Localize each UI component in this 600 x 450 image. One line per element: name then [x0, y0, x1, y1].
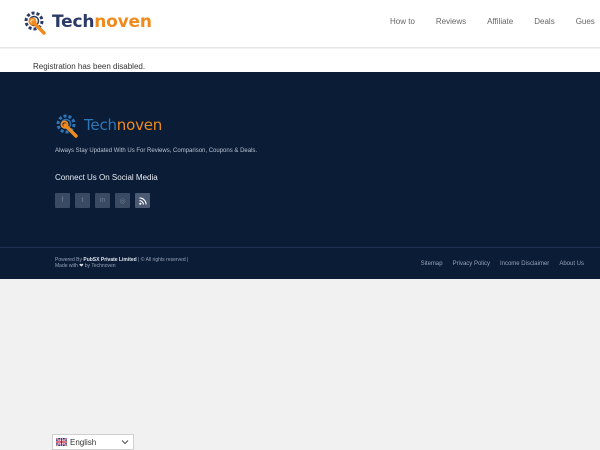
social-links: f t in ◎: [55, 193, 155, 208]
rss-glyph-icon: [138, 196, 147, 205]
registration-notice: Registration has been disabled.: [33, 62, 146, 71]
credits-suffix: | © All rights reserved |: [138, 257, 189, 263]
footer-link-income-disclaimer[interactable]: Income Disclaimer: [500, 261, 549, 267]
nav-item-affiliate[interactable]: Affiliate: [487, 17, 513, 26]
nav-item-how-to[interactable]: How to: [390, 17, 415, 26]
rss-icon[interactable]: [135, 193, 150, 208]
footer-link-privacy-policy[interactable]: Privacy Policy: [453, 261, 490, 267]
chevron-down-icon: [121, 440, 129, 445]
footer-credits: Powered By PubSX Private Limited | © All…: [55, 257, 188, 269]
main-nav: How to Reviews Affiliate Deals Gues: [390, 17, 600, 26]
footer-divider: [0, 247, 600, 248]
uk-flag-icon: [56, 438, 67, 446]
site-footer: Technoven Always Stay Updated With Us Fo…: [0, 72, 600, 279]
footer-logo-text: Technoven: [84, 116, 163, 134]
facebook-icon[interactable]: f: [55, 193, 70, 208]
linkedin-icon[interactable]: in: [95, 193, 110, 208]
gear-wrench-logo-icon: [24, 11, 46, 35]
heart-icon: ❤: [79, 263, 84, 269]
language-label: English: [70, 437, 97, 447]
footer-link-about-us[interactable]: About Us: [559, 261, 584, 267]
footer-logo[interactable]: Technoven: [54, 112, 162, 138]
connect-heading: Connect Us On Social Media: [55, 173, 158, 182]
footer-link-sitemap[interactable]: Sitemap: [421, 261, 443, 267]
nav-item-reviews[interactable]: Reviews: [436, 17, 466, 26]
logo-text: Technoven: [52, 12, 152, 32]
site-logo[interactable]: Technoven: [22, 8, 152, 36]
nav-item-deals[interactable]: Deals: [534, 17, 554, 26]
made-with-prefix: Made with: [55, 263, 78, 269]
site-header: Technoven How to Reviews Affiliate Deals…: [0, 0, 600, 48]
instagram-icon[interactable]: ◎: [115, 193, 130, 208]
twitter-icon[interactable]: t: [75, 193, 90, 208]
made-with-suffix: by Technoven: [84, 263, 116, 269]
language-selector[interactable]: English: [52, 434, 134, 450]
footer-tagline: Always Stay Updated With Us For Reviews,…: [55, 148, 258, 154]
footer-bottom-links: Sitemap Privacy Policy Income Disclaimer…: [411, 261, 584, 267]
nav-item-guest[interactable]: Gues: [576, 17, 595, 26]
gear-wrench-logo-icon: [56, 114, 78, 138]
